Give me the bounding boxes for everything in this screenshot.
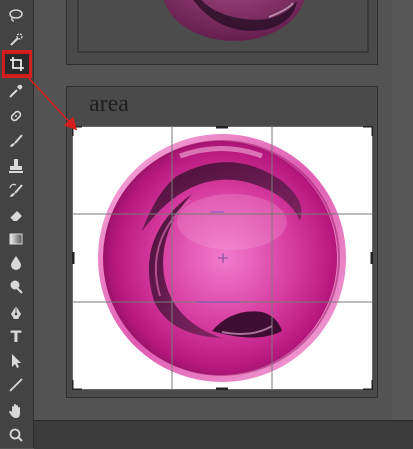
history-brush-tool[interactable] xyxy=(4,180,28,202)
healing-brush-tool-icon xyxy=(10,110,22,122)
hand-tool[interactable] xyxy=(4,400,28,422)
type-tool-icon: T xyxy=(10,327,22,346)
zoom-tool-icon xyxy=(9,428,23,442)
lasso-tool[interactable] xyxy=(4,4,28,26)
brush-tool[interactable] xyxy=(4,130,28,152)
status-bar xyxy=(34,420,413,449)
previous-sphere-image xyxy=(163,0,305,41)
gradient-tool-icon xyxy=(9,233,23,245)
eyedropper-tool-icon xyxy=(9,84,23,98)
lasso-tool-icon xyxy=(9,9,23,22)
blur-tool[interactable] xyxy=(4,252,28,274)
hand-tool-icon xyxy=(9,404,20,418)
previous-document-canvas xyxy=(77,0,369,53)
previous-document-panel xyxy=(66,0,378,65)
sphere-image xyxy=(98,134,346,382)
zoom-tool[interactable] xyxy=(4,424,28,446)
right-panel-strip xyxy=(392,0,413,420)
dodge-tool-icon xyxy=(10,280,23,294)
eraser-tool[interactable] xyxy=(4,204,28,226)
document-canvas xyxy=(72,126,373,390)
line-tool[interactable] xyxy=(4,374,28,396)
eyedropper-tool[interactable] xyxy=(4,80,28,102)
quick-selection-tool-icon xyxy=(10,33,23,46)
line-tool-icon xyxy=(9,378,23,392)
area-label: area xyxy=(89,91,129,117)
healing-brush-tool[interactable] xyxy=(4,105,28,127)
path-selection-tool-icon xyxy=(12,354,21,368)
path-selection-tool[interactable] xyxy=(4,350,28,372)
eraser-tool-icon xyxy=(9,211,22,222)
crop-tool[interactable] xyxy=(3,52,31,76)
quick-selection-tool[interactable] xyxy=(4,29,28,51)
tools-panel: T xyxy=(0,0,34,448)
clone-stamp-tool-icon xyxy=(9,159,23,173)
pen-tool-icon xyxy=(11,306,21,319)
history-brush-tool-icon xyxy=(9,183,23,197)
crop-tool-icon xyxy=(10,57,24,71)
brush-tool-icon xyxy=(10,134,23,147)
dodge-tool[interactable] xyxy=(4,276,28,298)
clone-stamp-tool[interactable] xyxy=(4,155,28,177)
blur-tool-icon xyxy=(11,256,21,270)
type-tool[interactable]: T xyxy=(4,326,28,348)
pen-tool[interactable] xyxy=(4,302,28,324)
gradient-tool[interactable] xyxy=(4,228,28,250)
